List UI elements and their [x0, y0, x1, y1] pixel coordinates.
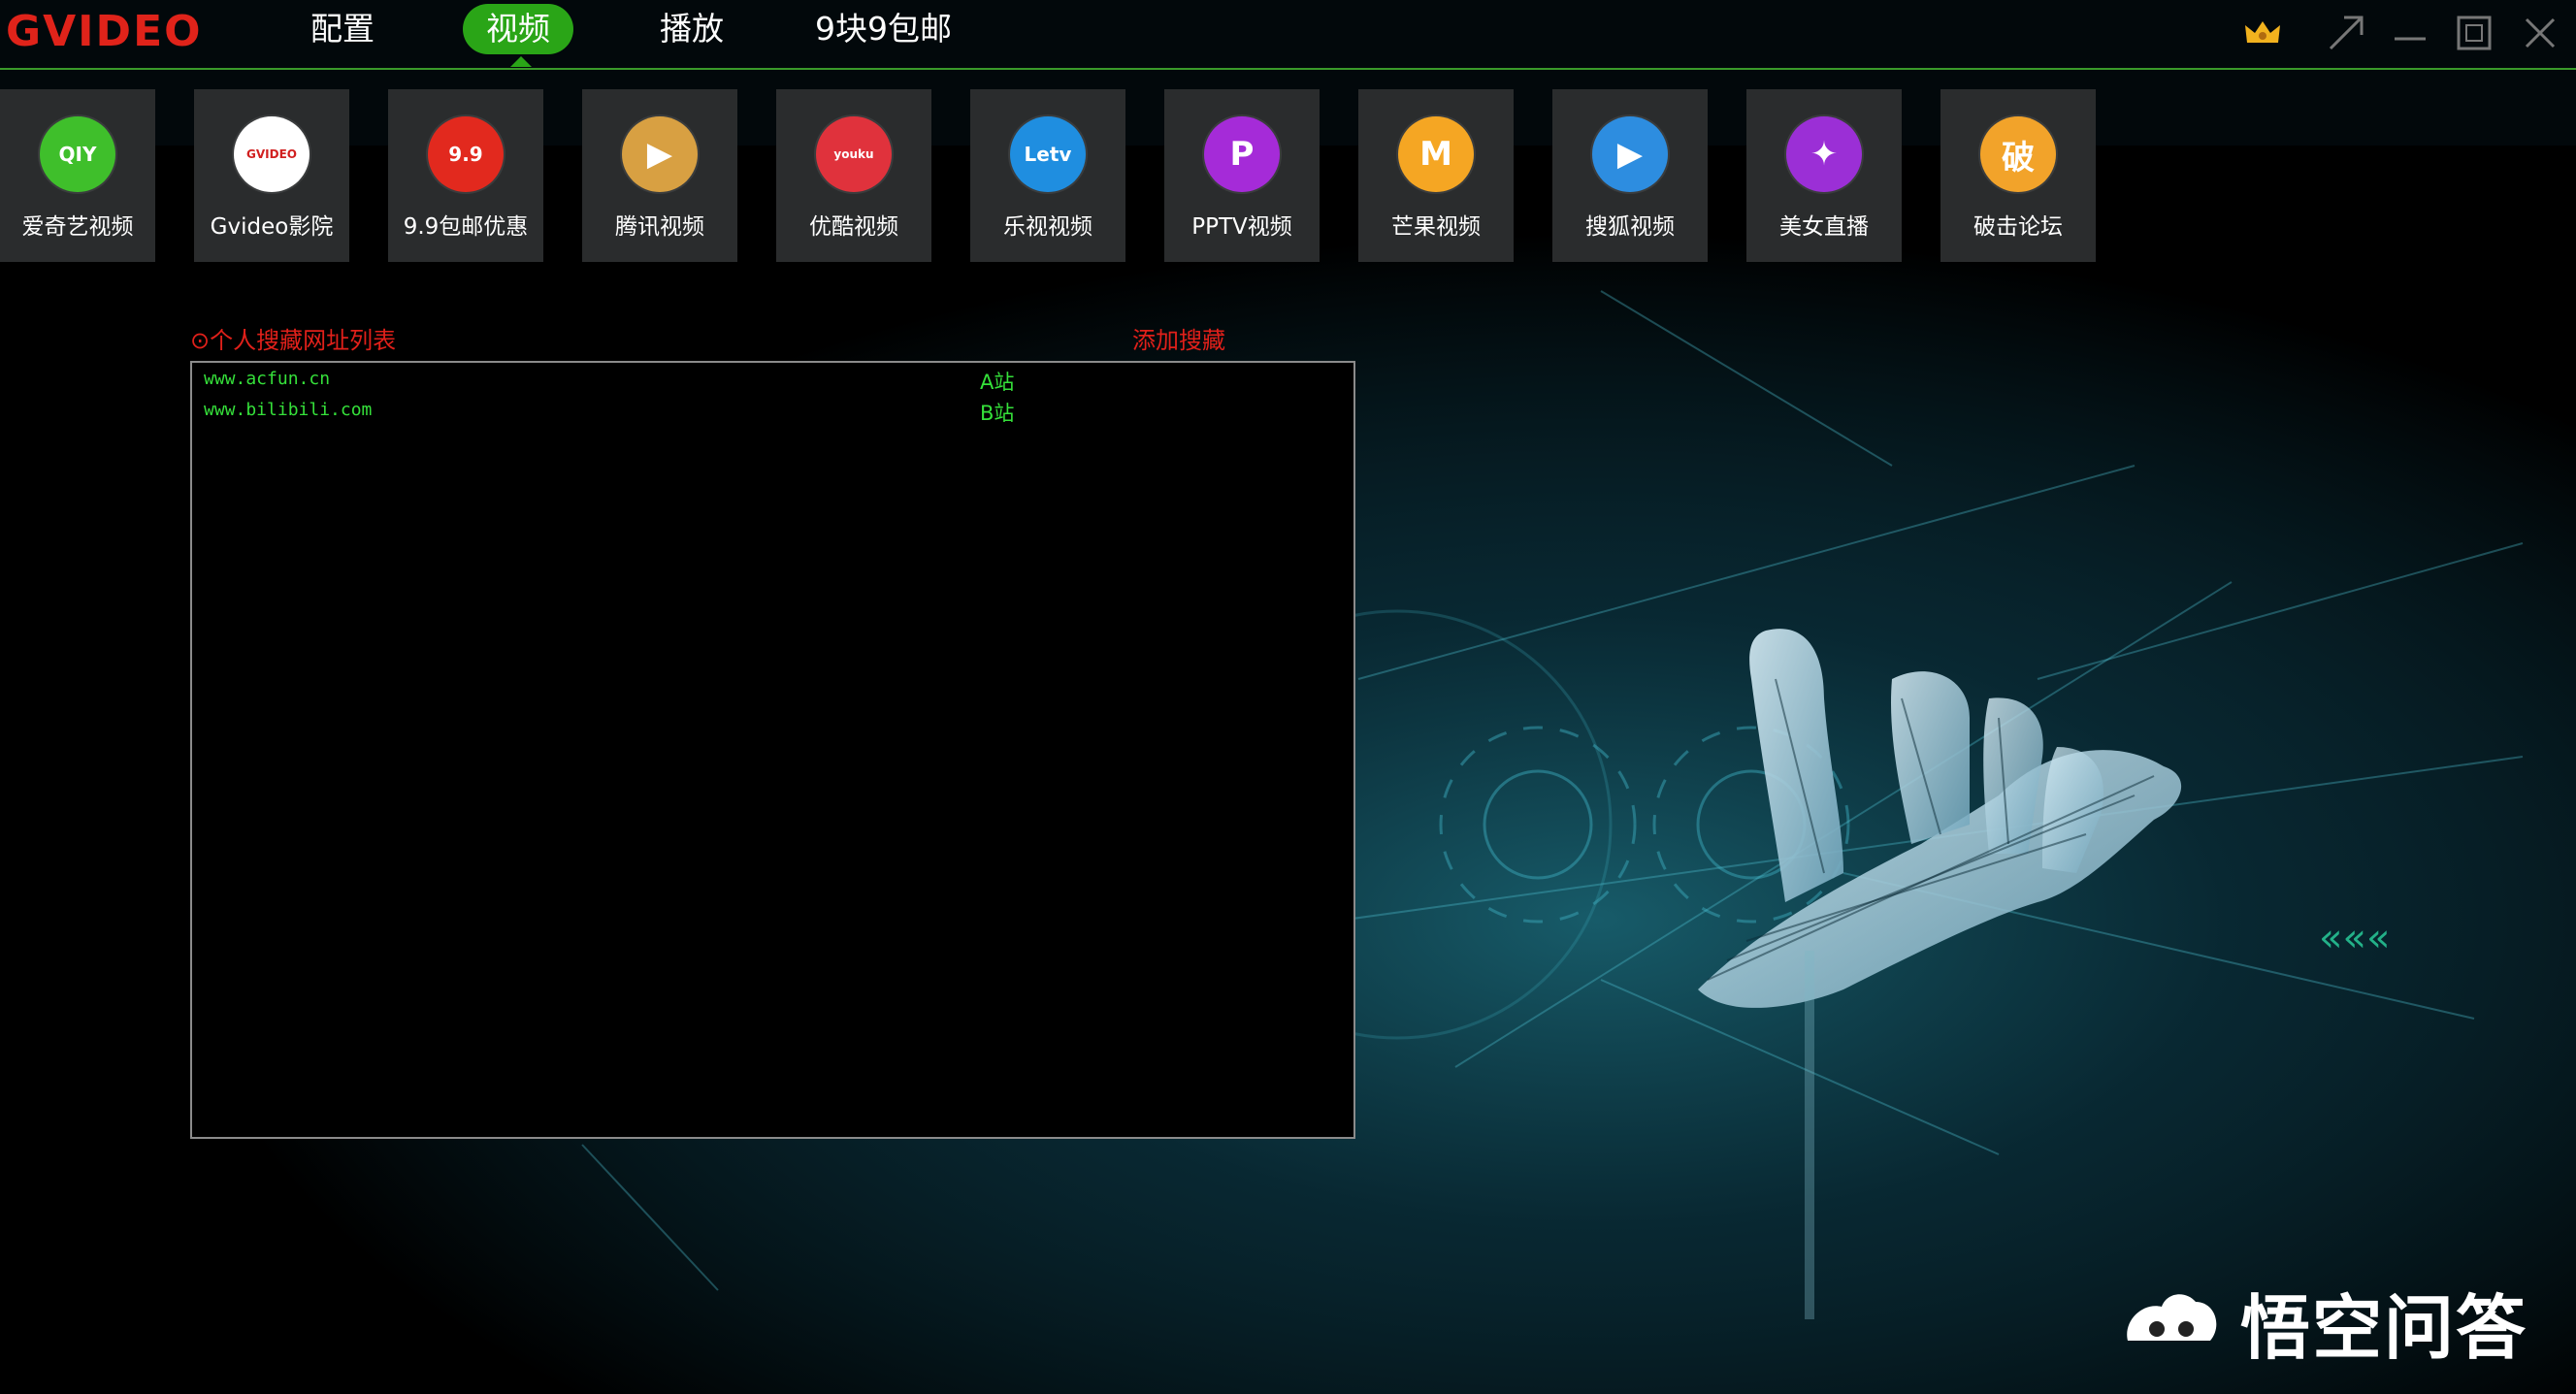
- tile-glyph: ▶: [646, 135, 673, 174]
- tile-glyph: youku: [833, 147, 874, 161]
- tile-gvideo[interactable]: GVIDEO Gvideo影院: [194, 89, 349, 262]
- tile-glyph: M: [1419, 135, 1452, 174]
- active-tab-pointer: [510, 56, 532, 67]
- restore-arrow-icon[interactable]: [2323, 10, 2369, 56]
- tile-forum[interactable]: 破破击论坛: [1940, 89, 2096, 262]
- watermark-text: 悟空问答: [2239, 1286, 2527, 1369]
- list-item[interactable]: www.bilibili.com B站: [204, 400, 1339, 429]
- tab-config[interactable]: 配置: [310, 4, 375, 54]
- tile-glyph: P: [1229, 135, 1255, 174]
- tile-label: 破击论坛: [1973, 214, 2063, 240]
- tile-label: 爱奇艺视频: [21, 214, 134, 240]
- app-logo: GVIDEO: [6, 7, 203, 56]
- tile-glyph: Letv: [1024, 143, 1072, 166]
- tile-glyph: 破: [2002, 138, 2035, 178]
- live-icon: ✦: [1786, 116, 1862, 192]
- tab-play[interactable]: 播放: [660, 4, 724, 54]
- tile-glyph: 9.9: [448, 143, 483, 166]
- tile-label: 乐视视频: [1003, 214, 1092, 240]
- bookmark-url: www.bilibili.com: [204, 400, 373, 420]
- bookmark-list[interactable]: www.acfun.cn A站 www.bilibili.com B站: [190, 361, 1355, 1139]
- tile-tencent-video[interactable]: ▶ 腾讯视频: [582, 89, 737, 262]
- sohu-icon: ▶: [1592, 116, 1668, 192]
- tile-label: 美女直播: [1779, 214, 1869, 240]
- baoyou-icon: 9.9: [428, 116, 504, 192]
- youku-icon: youku: [816, 116, 892, 192]
- tile-label: 腾讯视频: [615, 214, 704, 240]
- tile-pptv[interactable]: P PPTV视频: [1164, 89, 1320, 262]
- gvideo-icon: GVIDEO: [234, 116, 310, 192]
- mango-icon: M: [1398, 116, 1474, 192]
- svg-text:«««: «««: [2319, 916, 2390, 960]
- tile-label: 优酷视频: [809, 214, 898, 240]
- tile-glyph: ✦: [1810, 135, 1839, 174]
- add-bookmark-link[interactable]: 添加搜藏: [1132, 321, 1225, 355]
- forum-icon: 破: [1980, 116, 2056, 192]
- wukong-logo-icon: [2127, 1294, 2217, 1341]
- letv-icon: Letv: [1010, 116, 1086, 192]
- watermark: 悟空问答: [2118, 1278, 2527, 1369]
- tile-glyph: GVIDEO: [246, 147, 297, 161]
- tile-label: 9.9包邮优惠: [403, 214, 529, 240]
- list-item[interactable]: www.acfun.cn A站: [204, 369, 1339, 398]
- tab-free-shipping[interactable]: 9块9包邮: [815, 4, 952, 54]
- tile-sohu[interactable]: ▶ 搜狐视频: [1552, 89, 1708, 262]
- tile-letv[interactable]: Letv 乐视视频: [970, 89, 1125, 262]
- crown-icon[interactable]: [2239, 10, 2286, 56]
- tile-label: Gvideo影院: [210, 214, 334, 240]
- tile-live[interactable]: ✦ 美女直播: [1746, 89, 1902, 262]
- title-bar: GVIDEO 配置 视频 播放 9块9包邮: [0, 0, 2576, 70]
- tile-youku[interactable]: youku 优酷视频: [776, 89, 931, 262]
- bookmark-name: B站: [980, 402, 1015, 425]
- bookmark-url: www.acfun.cn: [204, 369, 331, 389]
- bookmark-list-title: ⊙个人搜藏网址列表: [190, 327, 397, 354]
- minimize-icon[interactable]: [2387, 10, 2433, 56]
- tab-video[interactable]: 视频: [463, 4, 573, 54]
- close-icon[interactable]: [2517, 10, 2563, 56]
- tile-mango[interactable]: M 芒果视频: [1358, 89, 1514, 262]
- tile-glyph: ▶: [1616, 135, 1644, 174]
- iqiyi-icon: QIY: [40, 116, 115, 192]
- pptv-icon: P: [1204, 116, 1280, 192]
- bookmark-name: A站: [980, 371, 1015, 394]
- tile-label: 搜狐视频: [1585, 214, 1675, 240]
- tile-glyph: QIY: [58, 143, 97, 166]
- tile-label: 芒果视频: [1391, 214, 1481, 240]
- maximize-icon[interactable]: [2451, 10, 2497, 56]
- tile-label: PPTV视频: [1191, 214, 1292, 240]
- tile-iqiyi[interactable]: QIY 爱奇艺视频: [0, 89, 155, 262]
- tile-baoyou[interactable]: 9.9 9.9包邮优惠: [388, 89, 543, 262]
- tencent-video-icon: ▶: [622, 116, 698, 192]
